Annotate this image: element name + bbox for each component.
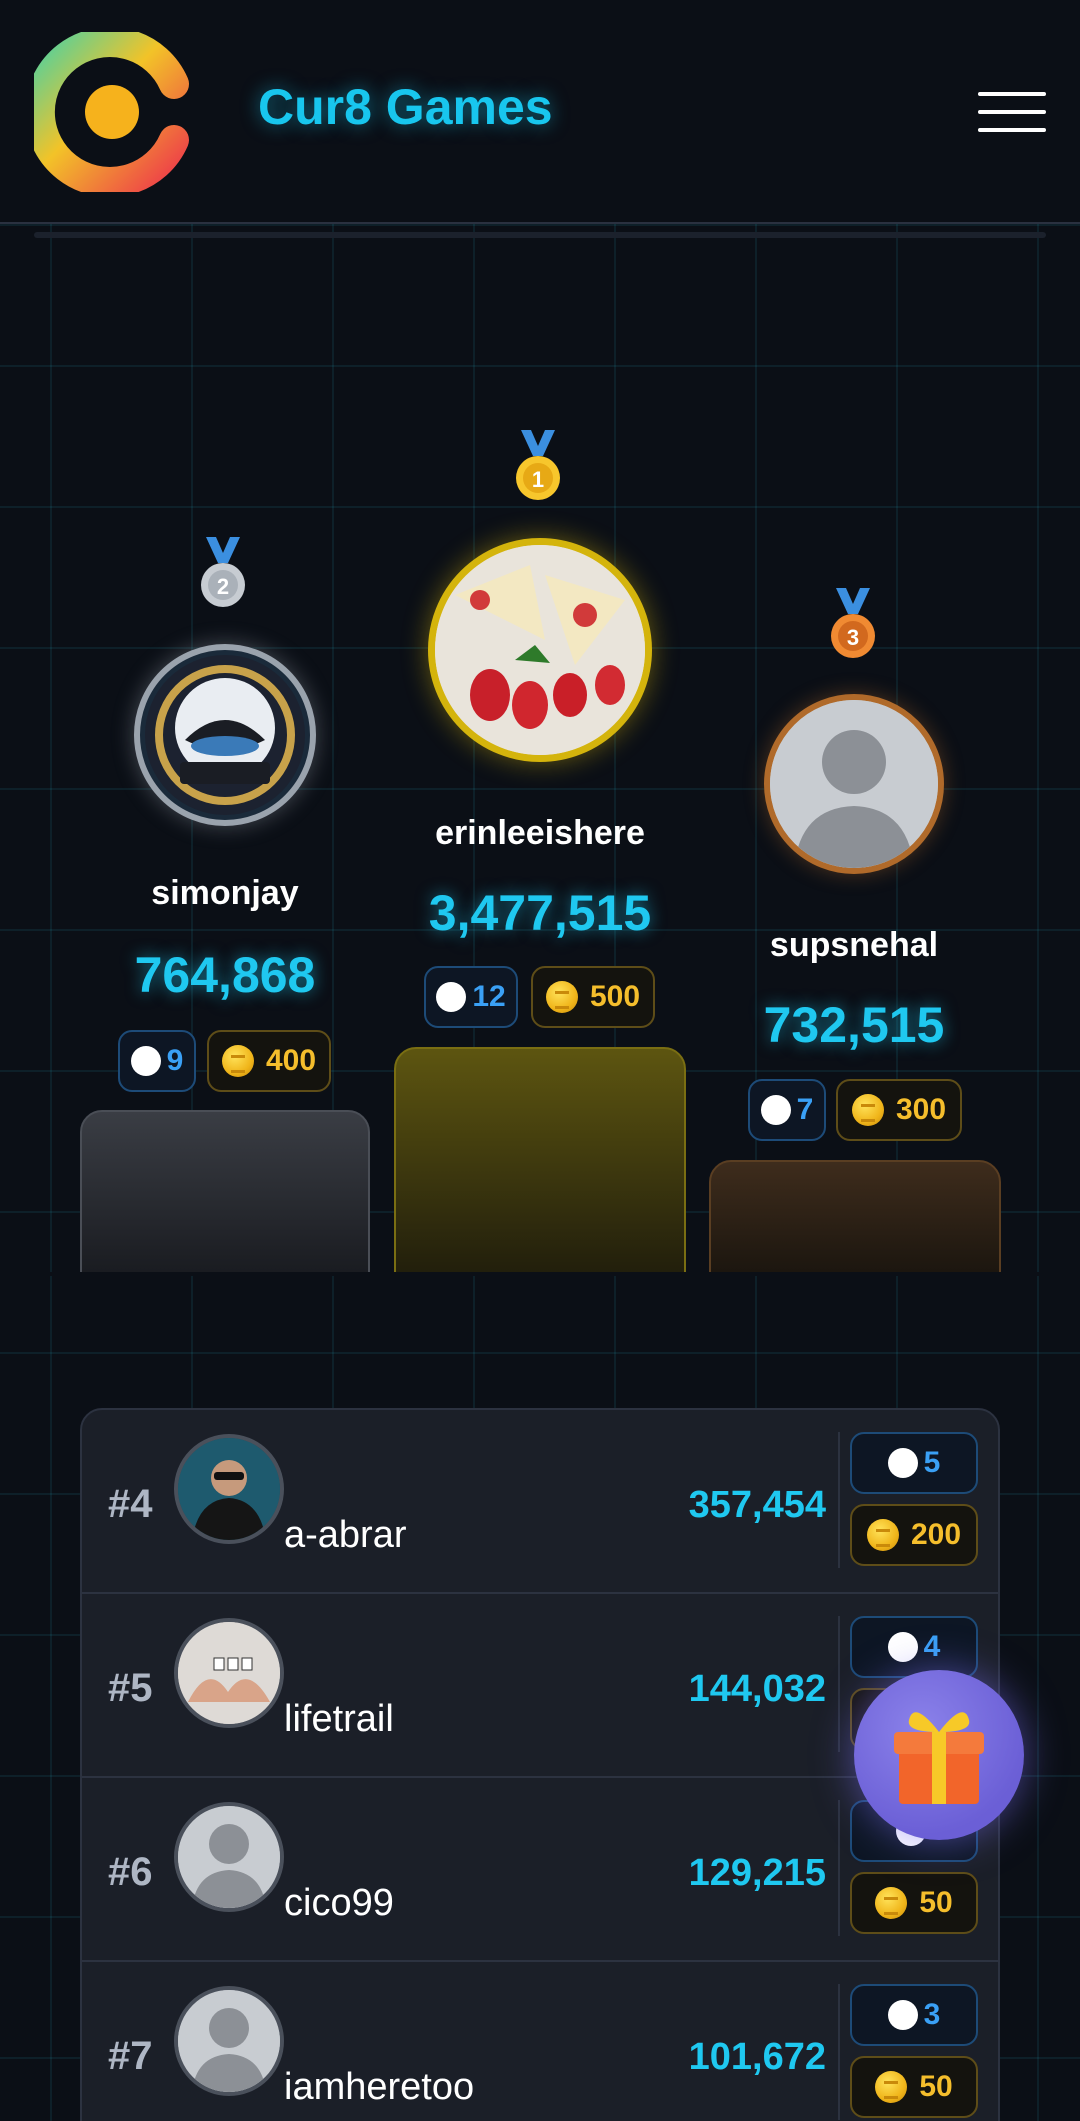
coin-icon	[545, 981, 578, 1013]
steem-count: 3	[923, 1998, 941, 2031]
avatar-simonjay[interactable]	[134, 644, 316, 826]
coin-icon	[221, 1045, 254, 1077]
rank-label: #7	[108, 2034, 153, 2078]
avatar-supsnehal[interactable]	[764, 694, 944, 874]
silver-medal-icon: 2	[201, 537, 245, 607]
steem-icon	[887, 1448, 918, 1478]
podium-name-second[interactable]: simonjay	[75, 874, 375, 913]
divider	[838, 1616, 840, 1752]
bronze-medal-icon: 3	[831, 588, 875, 658]
coin-icon	[866, 1519, 899, 1551]
podium-floor	[0, 1272, 1080, 1276]
rank-label: #5	[108, 1666, 153, 1710]
avatar[interactable]	[174, 1802, 284, 1912]
medal-3-label: 3	[847, 625, 859, 650]
coin-chip-second: 400	[207, 1030, 331, 1092]
steem-count: 4	[923, 1630, 941, 1663]
coin-count: 400	[265, 1044, 317, 1077]
score: 129,215	[688, 1852, 826, 1894]
steem-icon	[760, 1095, 791, 1125]
steem-chip: 4	[850, 1616, 978, 1678]
podium-block-second	[80, 1110, 370, 1274]
steem-count: 12	[472, 980, 506, 1013]
coin-chip-first: 500	[531, 966, 655, 1028]
coin-chip: 200	[850, 1504, 978, 1566]
medal-2-label: 2	[217, 574, 229, 599]
avatar[interactable]	[174, 1986, 284, 2096]
avatar[interactable]	[174, 1618, 284, 1728]
username[interactable]: lifetrail	[284, 1698, 394, 1741]
gift-icon	[894, 1712, 984, 1804]
steem-chip-first: 12	[424, 966, 518, 1028]
coin-count: 50	[919, 2070, 953, 2103]
coin-icon	[875, 1887, 908, 1919]
cur8-logo-icon[interactable]	[34, 32, 190, 192]
steem-icon	[436, 982, 467, 1012]
username[interactable]: iamheretoo	[284, 2066, 474, 2109]
coin-chip: 50	[850, 2056, 978, 2118]
table-row[interactable]: #4 a-abrar 357,454 5 200	[82, 1410, 998, 1594]
steem-icon	[887, 2000, 918, 2030]
podium-score-second: 764,868	[134, 947, 316, 1003]
rank-label: #6	[108, 1850, 153, 1894]
coin-count: 50	[919, 1886, 953, 1919]
podium-block-first	[394, 1047, 686, 1274]
coin-count: 500	[589, 980, 641, 1013]
gift-button[interactable]	[854, 1670, 1024, 1840]
avatar[interactable]	[174, 1434, 284, 1544]
avatar-erinleeishere[interactable]	[428, 538, 652, 762]
podium-block-third	[709, 1160, 1001, 1274]
steem-chip: 3	[850, 1984, 978, 2046]
divider	[838, 1984, 840, 2120]
coin-chip-third: 300	[836, 1079, 962, 1141]
steem-count: 7	[796, 1093, 814, 1126]
table-row[interactable]: #7 iamheretoo 101,672 3 50	[82, 1962, 998, 2121]
score: 144,032	[688, 1668, 826, 1710]
steem-count: 9	[166, 1044, 184, 1077]
rank-label: #4	[108, 1482, 153, 1526]
coin-count: 200	[910, 1518, 962, 1551]
steem-icon	[130, 1046, 161, 1076]
steem-chip-second: 9	[118, 1030, 196, 1092]
coin-icon	[875, 2071, 908, 2103]
steem-count: 5	[923, 1446, 941, 1479]
steem-chip-third: 7	[748, 1079, 826, 1141]
podium-name-third[interactable]: supsnehal	[704, 926, 1004, 965]
podium-score-first: 3,477,515	[428, 885, 652, 941]
gold-medal-icon: 1	[516, 430, 560, 500]
brand-title: Cur8 Games	[258, 79, 553, 135]
score: 101,672	[688, 2036, 826, 2078]
header-divider	[34, 232, 1046, 238]
podium-score-third: 732,515	[763, 997, 945, 1053]
podium-name-first[interactable]: erinleeishere	[390, 814, 690, 853]
score: 357,454	[688, 1484, 826, 1526]
divider	[838, 1800, 840, 1936]
app-header: Cur8 Games	[0, 0, 1080, 224]
coin-chip: 50	[850, 1872, 978, 1934]
steem-icon	[887, 1632, 918, 1662]
divider	[838, 1432, 840, 1568]
username[interactable]: cico99	[284, 1882, 394, 1925]
username[interactable]: a-abrar	[284, 1514, 407, 1557]
medal-1-label: 1	[532, 467, 544, 492]
coin-icon	[851, 1094, 884, 1126]
coin-count: 300	[895, 1093, 947, 1126]
hamburger-menu-icon[interactable]	[978, 90, 1046, 134]
steem-chip: 5	[850, 1432, 978, 1494]
